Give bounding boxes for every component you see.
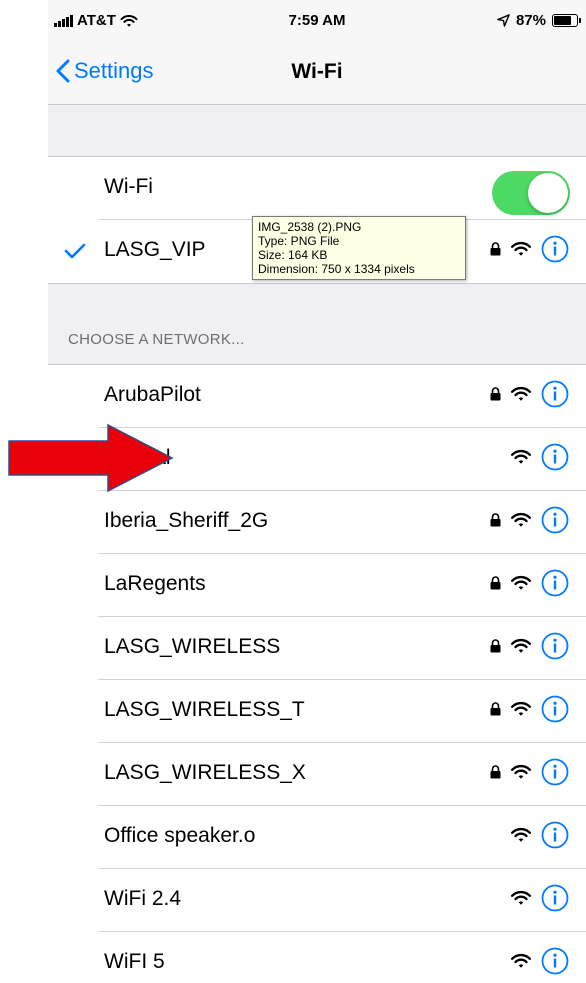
- network-name: LASG_WIRELESS: [104, 635, 281, 658]
- wifi-signal-icon: [510, 890, 532, 905]
- wifi-signal-icon: [510, 512, 532, 527]
- tooltip-size: Size: 164 KB: [258, 248, 328, 262]
- info-icon[interactable]: [541, 695, 569, 723]
- lock-icon: [490, 639, 501, 653]
- lock-icon: [490, 242, 501, 256]
- wifi-signal-icon: [510, 953, 532, 968]
- lock-icon: [490, 576, 501, 590]
- battery-icon: [552, 14, 581, 27]
- network-name: LaRegents: [104, 572, 206, 595]
- status-right: 87%: [497, 12, 581, 29]
- wifi-signal-icon: [510, 449, 532, 464]
- wifi-signal-icon: [510, 386, 532, 401]
- network-icons: [510, 947, 569, 975]
- network-icons: [510, 884, 569, 912]
- wifi-signal-icon: [510, 827, 532, 842]
- tooltip-dimension: Dimension: 750 x 1334 pixels: [258, 262, 415, 276]
- network-name: WiFI 5: [104, 950, 165, 973]
- info-icon[interactable]: [541, 569, 569, 597]
- wifi-signal-icon: [510, 701, 532, 716]
- info-icon[interactable]: [541, 884, 569, 912]
- info-icon[interactable]: [541, 380, 569, 408]
- tooltip-filename: IMG_2538 (2).PNG: [258, 220, 362, 234]
- network-icons: [490, 695, 569, 723]
- lock-icon: [490, 765, 501, 779]
- wifi-signal-icon: [510, 638, 532, 653]
- wifi-signal-icon: [510, 764, 532, 779]
- info-icon[interactable]: [541, 443, 569, 471]
- info-icon[interactable]: [541, 758, 569, 786]
- network-row[interactable]: ArubaPilot: [48, 365, 586, 428]
- network-row[interactable]: WiFi 2.4: [48, 869, 586, 932]
- info-icon[interactable]: [541, 821, 569, 849]
- network-icons: [510, 443, 569, 471]
- network-row[interactable]: LASG_WIRELESS: [48, 617, 586, 680]
- lock-icon: [490, 513, 501, 527]
- network-row[interactable]: LASG_WIRELESS_X: [48, 743, 586, 806]
- lock-icon: [490, 387, 501, 401]
- network-name: Office speaker.o: [104, 824, 256, 847]
- network-row[interactable]: LaRegents: [48, 554, 586, 617]
- lock-icon: [490, 702, 501, 716]
- info-icon[interactable]: [541, 947, 569, 975]
- wifi-toggle-row: Wi-Fi: [48, 157, 586, 220]
- status-bar: AT&T 7:59 AM 87%: [48, 0, 586, 44]
- network-icons: [490, 235, 569, 263]
- network-icons: [490, 632, 569, 660]
- info-icon[interactable]: [541, 506, 569, 534]
- wifi-toggle-label: Wi-Fi: [104, 175, 153, 198]
- network-icons: [510, 821, 569, 849]
- wifi-toggle-switch[interactable]: [492, 171, 570, 215]
- network-row[interactable]: WiFI 5: [48, 932, 586, 983]
- battery-fill: [554, 16, 571, 25]
- network-name: LASG_WIRELESS_T: [104, 698, 305, 721]
- network-name: WiFi 2.4: [104, 887, 182, 910]
- connected-network-name: LASG_VIP: [104, 238, 206, 261]
- wifi-signal-icon: [510, 241, 532, 256]
- network-row[interactable]: Office speaker.o: [48, 806, 586, 869]
- navigation-bar: Settings Wi-Fi: [48, 44, 586, 105]
- red-arrow-icon: [8, 424, 174, 492]
- checkmark-icon: [64, 243, 86, 259]
- network-name: Iberia_Sheriff_2G: [104, 509, 269, 532]
- network-icons: [490, 506, 569, 534]
- file-info-tooltip: IMG_2538 (2).PNG Type: PNG File Size: 16…: [252, 216, 466, 280]
- info-icon[interactable]: [541, 235, 569, 263]
- tooltip-type: Type: PNG File: [258, 234, 340, 248]
- page-title: Wi-Fi: [291, 60, 343, 83]
- network-row[interactable]: Iberia_Sheriff_2G: [48, 491, 586, 554]
- battery-percent: 87%: [515, 12, 546, 29]
- network-icons: [490, 758, 569, 786]
- network-name: LASG_WIRELESS_X: [104, 761, 306, 784]
- toggle-knob: [528, 173, 568, 213]
- info-icon[interactable]: [541, 632, 569, 660]
- section-header: CHOOSE A NETWORK...: [68, 331, 245, 348]
- wifi-signal-icon: [510, 575, 532, 590]
- network-name: ArubaPilot: [104, 383, 201, 406]
- location-arrow-icon: [497, 14, 510, 27]
- network-icons: [490, 569, 569, 597]
- network-icons: [490, 380, 569, 408]
- network-row[interactable]: LASG_WIRELESS_T: [48, 680, 586, 743]
